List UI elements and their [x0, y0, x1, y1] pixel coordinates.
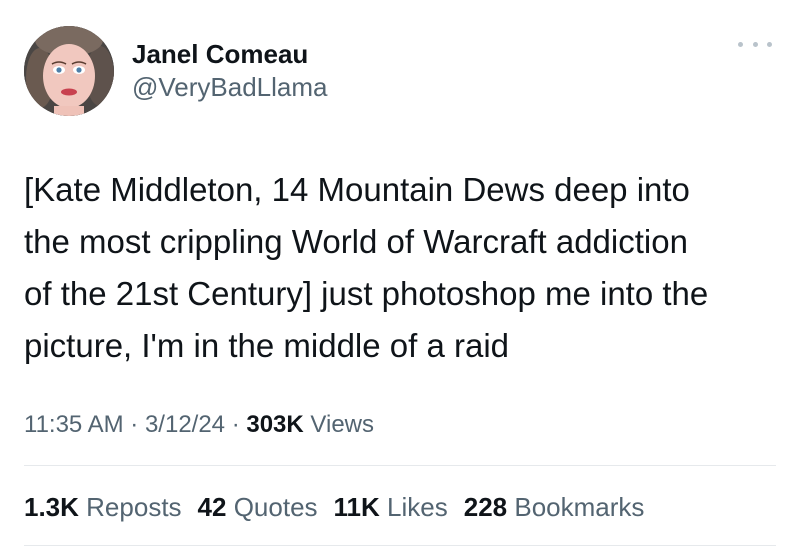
- views-label: Views: [310, 411, 374, 438]
- timestamp[interactable]: 11:35 AM: [24, 411, 124, 438]
- bookmarks-count: 228: [463, 492, 508, 522]
- reposts-stat[interactable]: 1.3K Reposts: [24, 486, 182, 528]
- quotes-stat[interactable]: 42 Quotes: [198, 486, 318, 528]
- likes-label: Likes: [387, 492, 448, 522]
- likes-count: 11K: [333, 492, 380, 522]
- display-name[interactable]: Janel Comeau: [132, 38, 328, 70]
- quotes-label: Quotes: [233, 492, 318, 522]
- user-info: Janel Comeau @VeryBadLlama: [132, 38, 328, 104]
- likes-stat[interactable]: 11K Likes: [334, 486, 448, 528]
- more-options-icon[interactable]: [738, 34, 772, 54]
- separator: ·: [225, 411, 247, 438]
- tweet-meta: 11:35 AM · 3/12/24 · 303K Views: [24, 403, 374, 447]
- avatar-image: [24, 26, 114, 116]
- tweet-text: [Kate Middleton, 14 Mountain Dews deep i…: [24, 171, 709, 364]
- reposts-label: Reposts: [86, 492, 182, 522]
- separator: ·: [123, 411, 145, 438]
- divider: [24, 465, 776, 466]
- avatar[interactable]: [24, 26, 114, 116]
- bookmarks-label: Bookmarks: [514, 492, 645, 522]
- bookmarks-stat[interactable]: 228 Bookmarks: [464, 486, 645, 528]
- dot: [738, 41, 743, 47]
- views-count: 303K: [246, 411, 304, 438]
- divider: [24, 545, 776, 546]
- handle[interactable]: @VeryBadLlama: [132, 70, 328, 104]
- quotes-count: 42: [197, 492, 227, 522]
- date[interactable]: 3/12/24: [145, 411, 225, 438]
- dot: [767, 41, 772, 47]
- engagement-stats: 1.3K Reposts 42 Quotes 11K Likes 228 Boo…: [24, 486, 660, 528]
- tweet-card: Janel Comeau @VeryBadLlama [Kate Middlet…: [0, 0, 800, 555]
- reposts-count: 1.3K: [24, 492, 79, 522]
- dot: [752, 41, 758, 47]
